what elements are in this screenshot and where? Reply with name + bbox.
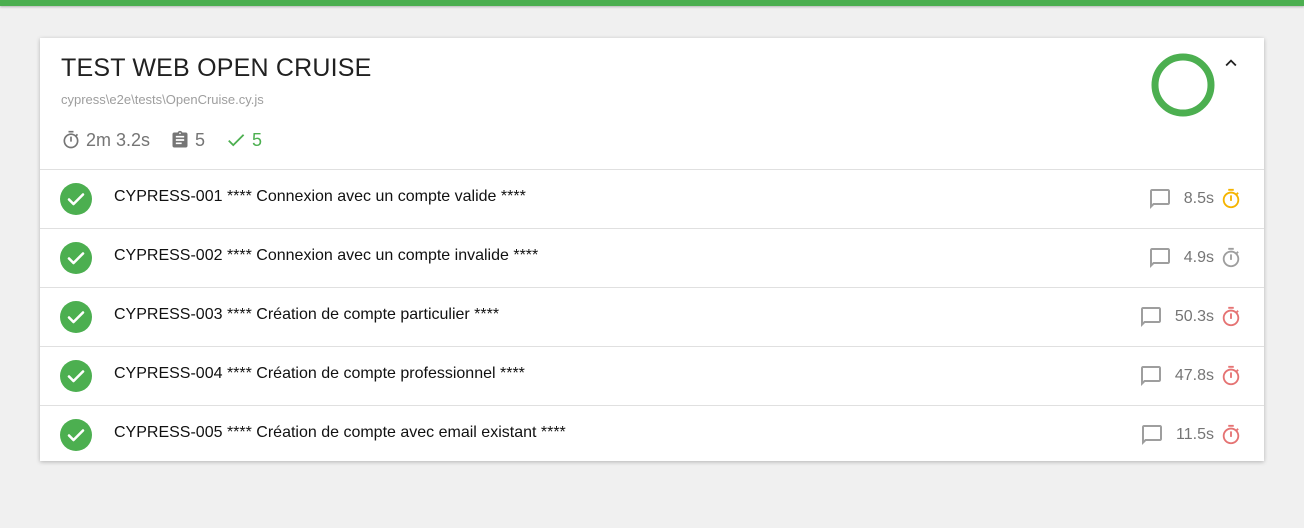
suite-duration-stat: 2m 3.2s <box>61 129 150 151</box>
check-circle-icon <box>60 183 92 215</box>
suite-card: TEST WEB OPEN CRUISE cypress\e2e\tests\O… <box>40 38 1264 461</box>
timer-icon <box>1222 424 1240 445</box>
test-duration: 8.5s <box>1183 190 1214 207</box>
check-circle-icon <box>60 419 92 451</box>
test-row[interactable]: CYPRESS-003 **** Création de compte part… <box>40 288 1264 347</box>
test-duration: 47.8s <box>1174 367 1214 384</box>
test-duration: 4.9s <box>1183 249 1214 266</box>
chevron-up-icon[interactable] <box>1220 52 1242 74</box>
timer-icon <box>1222 365 1240 386</box>
check-circle-icon <box>60 301 92 333</box>
test-row[interactable]: CYPRESS-002 **** Connexion avec un compt… <box>40 229 1264 288</box>
test-duration: 11.5s <box>1176 426 1214 443</box>
suite-tests-count: 5 <box>195 129 206 150</box>
top-accent-bar <box>0 0 1304 6</box>
timer-icon <box>1222 188 1240 209</box>
suite-duration: 2m 3.2s <box>86 129 151 150</box>
suite-stats: 2m 3.2s 5 5 <box>61 128 282 152</box>
comment-icon[interactable] <box>1148 187 1172 211</box>
comment-icon[interactable] <box>1148 246 1172 270</box>
suite-header: TEST WEB OPEN CRUISE cypress\e2e\tests\O… <box>40 38 1264 170</box>
suite-passed-stat: 5 <box>225 129 262 151</box>
suite-passed-count: 5 <box>252 129 263 150</box>
test-meta: 11.5s <box>1140 421 1242 449</box>
test-meta: 47.8s <box>1139 362 1242 390</box>
comment-icon[interactable] <box>1139 305 1163 329</box>
test-meta: 8.5s <box>1148 185 1242 213</box>
test-meta: 50.3s <box>1139 303 1242 331</box>
comment-icon[interactable] <box>1139 364 1163 388</box>
test-row[interactable]: CYPRESS-005 **** Création de compte avec… <box>40 406 1264 464</box>
test-list: CYPRESS-001 **** Connexion avec un compt… <box>40 170 1264 464</box>
check-circle-icon <box>60 242 92 274</box>
suite-file-path: cypress\e2e\tests\OpenCruise.cy.js <box>61 92 264 107</box>
test-title: CYPRESS-002 **** Connexion avec un compt… <box>114 247 539 264</box>
suite-title: TEST WEB OPEN CRUISE <box>61 54 372 82</box>
suite-tests-stat: 5 <box>170 129 205 151</box>
test-title: CYPRESS-001 **** Connexion avec un compt… <box>114 188 526 205</box>
test-title: CYPRESS-004 **** Création de compte prof… <box>114 365 525 382</box>
clipboard-icon <box>172 130 188 148</box>
test-row[interactable]: CYPRESS-001 **** Connexion avec un compt… <box>40 170 1264 229</box>
test-title: CYPRESS-003 **** Création de compte part… <box>114 306 500 323</box>
check-circle-icon <box>60 360 92 392</box>
comment-icon[interactable] <box>1140 423 1164 447</box>
stopwatch-icon <box>63 130 79 149</box>
test-row[interactable]: CYPRESS-004 **** Création de compte prof… <box>40 347 1264 406</box>
test-title: CYPRESS-005 **** Création de compte avec… <box>114 424 566 441</box>
timer-icon <box>1222 306 1240 327</box>
test-meta: 4.9s <box>1148 244 1242 272</box>
check-icon <box>228 134 245 147</box>
timer-icon <box>1222 247 1240 268</box>
pass-percentage-ring <box>1151 53 1215 117</box>
test-duration: 50.3s <box>1174 308 1214 325</box>
